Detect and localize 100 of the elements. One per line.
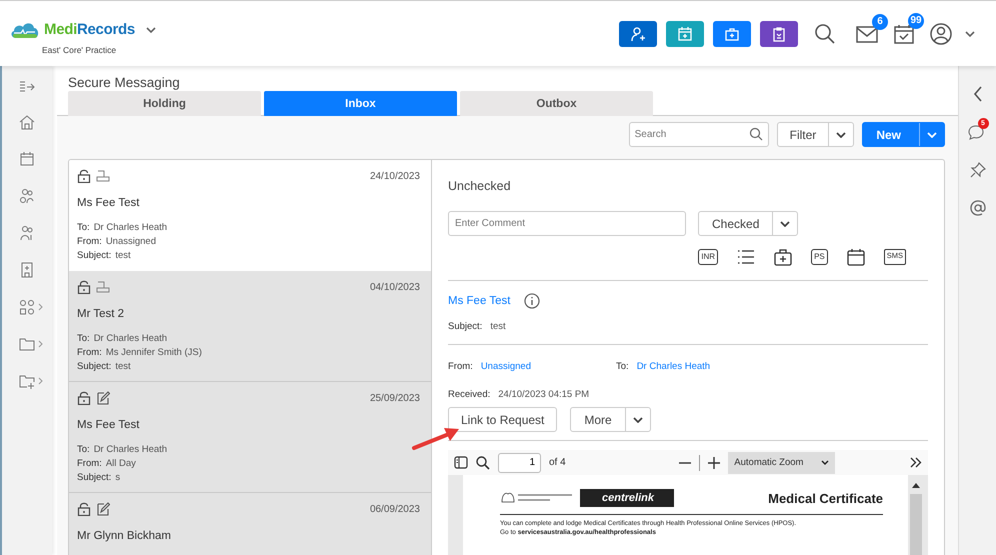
people-icon[interactable] [19,188,35,204]
message-item[interactable]: 25/09/2023 Ms Fee Test To: Dr Charles Heath From: All Day Subject: s [69,382,431,493]
field-label: Subject: [77,360,112,374]
chevron-right-icon[interactable] [38,377,44,385]
user-avatar-icon[interactable] [930,22,952,44]
field-label: To: [77,332,90,346]
page-title: Secure Messaging [68,75,181,91]
add-person-button[interactable] [619,20,657,46]
text-badge-icon[interactable]: PS [811,248,828,264]
medical-kit-button[interactable] [713,20,751,46]
chevron-left-icon[interactable] [972,86,982,102]
tab[interactable]: Inbox [264,91,457,117]
double-chevron-right-icon[interactable] [910,457,922,468]
expand-menu-icon[interactable] [19,81,35,93]
lock-icon [77,169,91,183]
patient-name: Ms Fee Test [77,419,140,431]
zoom-select[interactable]: Automatic Zoom [728,452,836,474]
recipient-link[interactable]: Dr Charles Heath [636,361,710,372]
folder-add-icon[interactable] [18,373,34,389]
field-value: Dr Charles Heath [94,221,168,235]
scanner-icon [96,170,110,182]
field-label: From: [77,235,102,249]
caret-icon [836,132,846,138]
field-label: To: [77,443,90,457]
clipboard-icon [771,26,787,42]
message-date: 24/10/2023 [370,170,420,182]
patient-name: Mr Glynn Bickham [77,530,172,542]
pin-icon[interactable] [970,162,986,178]
centrelink-logo: centrelink [580,489,674,507]
field-value: All Day [106,457,136,471]
calendar-plus-icon [677,26,693,42]
zoom-in-icon[interactable] [708,456,720,468]
text-badge-icon[interactable]: INR [698,248,718,264]
medical-kit-icon [724,26,740,42]
nodes-icon[interactable] [18,299,34,315]
medical-kit-icon[interactable] [774,248,792,266]
lock-icon [77,280,91,294]
notification-badge: 99 [908,12,924,28]
page-number-field[interactable]: 1 [498,452,541,472]
chevron-down-icon[interactable] [964,30,976,38]
cloud-logo-icon [10,20,40,38]
comment-field[interactable]: Enter Comment [448,211,686,236]
list-icon[interactable] [737,248,756,264]
field-label: From: [448,361,473,372]
scroll-up-arrow-icon[interactable] [912,483,920,488]
scrollbar-thumb[interactable] [910,494,922,555]
field-value: test [115,360,131,374]
field-value: 24/10/2023 04:15 PM [498,389,590,400]
message-item[interactable]: 04/10/2023 Mr Test 2 To: Dr Charles Heath From: Ms Jennifer Smith (JS) Subject: test [69,271,431,382]
message-date: 06/09/2023 [370,504,420,514]
message-item[interactable]: 06/09/2023 Mr Glynn Bickham [69,493,431,555]
field-label: Received: [448,389,490,400]
document-title: Medical Certificate [768,490,883,506]
field-value: Unassigned [106,235,156,249]
chevron-down-icon[interactable] [144,26,157,34]
status-heading: Unchecked [448,179,512,193]
field-value: Dr Charles Heath [94,332,168,346]
folder-icon[interactable] [18,336,34,352]
caret-icon [821,460,830,465]
sidebar-toggle-icon[interactable] [454,456,468,469]
patient-name: Mr Test 2 [77,308,126,320]
link-to-request-button[interactable]: Link to Request [448,407,558,432]
caret-icon [780,220,790,226]
field-label: From: [77,346,102,360]
hospital-icon[interactable] [19,262,35,278]
chevron-right-icon[interactable] [38,303,44,311]
field-value: Ms Jennifer Smith (JS) [106,346,202,360]
search-icon[interactable] [476,456,490,470]
calendar-add-button[interactable] [666,20,704,46]
chat-icon[interactable] [968,124,984,140]
caret-icon [632,416,643,422]
calendar-check-icon[interactable] [894,24,914,44]
field-label: To: [77,221,90,235]
tab[interactable]: Holding [68,91,261,117]
practice-name: East' Core' Practice [42,44,118,54]
search-icon[interactable] [748,127,763,141]
field-label: Subject: [77,471,112,485]
lock-icon [77,502,91,516]
field-value: test [115,249,131,263]
chevron-right-icon[interactable] [38,340,44,348]
home-icon[interactable] [19,114,35,130]
edit-note-icon [96,502,110,516]
tab[interactable]: Outbox [460,91,653,117]
clipboard-button[interactable] [760,20,798,46]
patient-link[interactable]: Ms Fee Test [448,295,510,307]
search-icon[interactable] [814,22,836,44]
page-count: of 4 [549,457,566,468]
mail-icon[interactable] [856,24,878,42]
field-label: To: [616,361,629,372]
person-add-icon [630,26,646,42]
sender-link[interactable]: Unassigned [480,361,531,372]
search-field[interactable]: Search [628,122,769,147]
patient-name: Ms Fee Test [77,197,140,209]
field-value: s [115,471,120,485]
field-value: test [490,321,506,332]
at-sign-icon[interactable] [970,200,986,216]
calendar-icon[interactable] [846,248,865,266]
people-icon[interactable] [19,225,35,241]
edit-note-icon [96,391,110,405]
info-icon[interactable] [524,293,540,309]
